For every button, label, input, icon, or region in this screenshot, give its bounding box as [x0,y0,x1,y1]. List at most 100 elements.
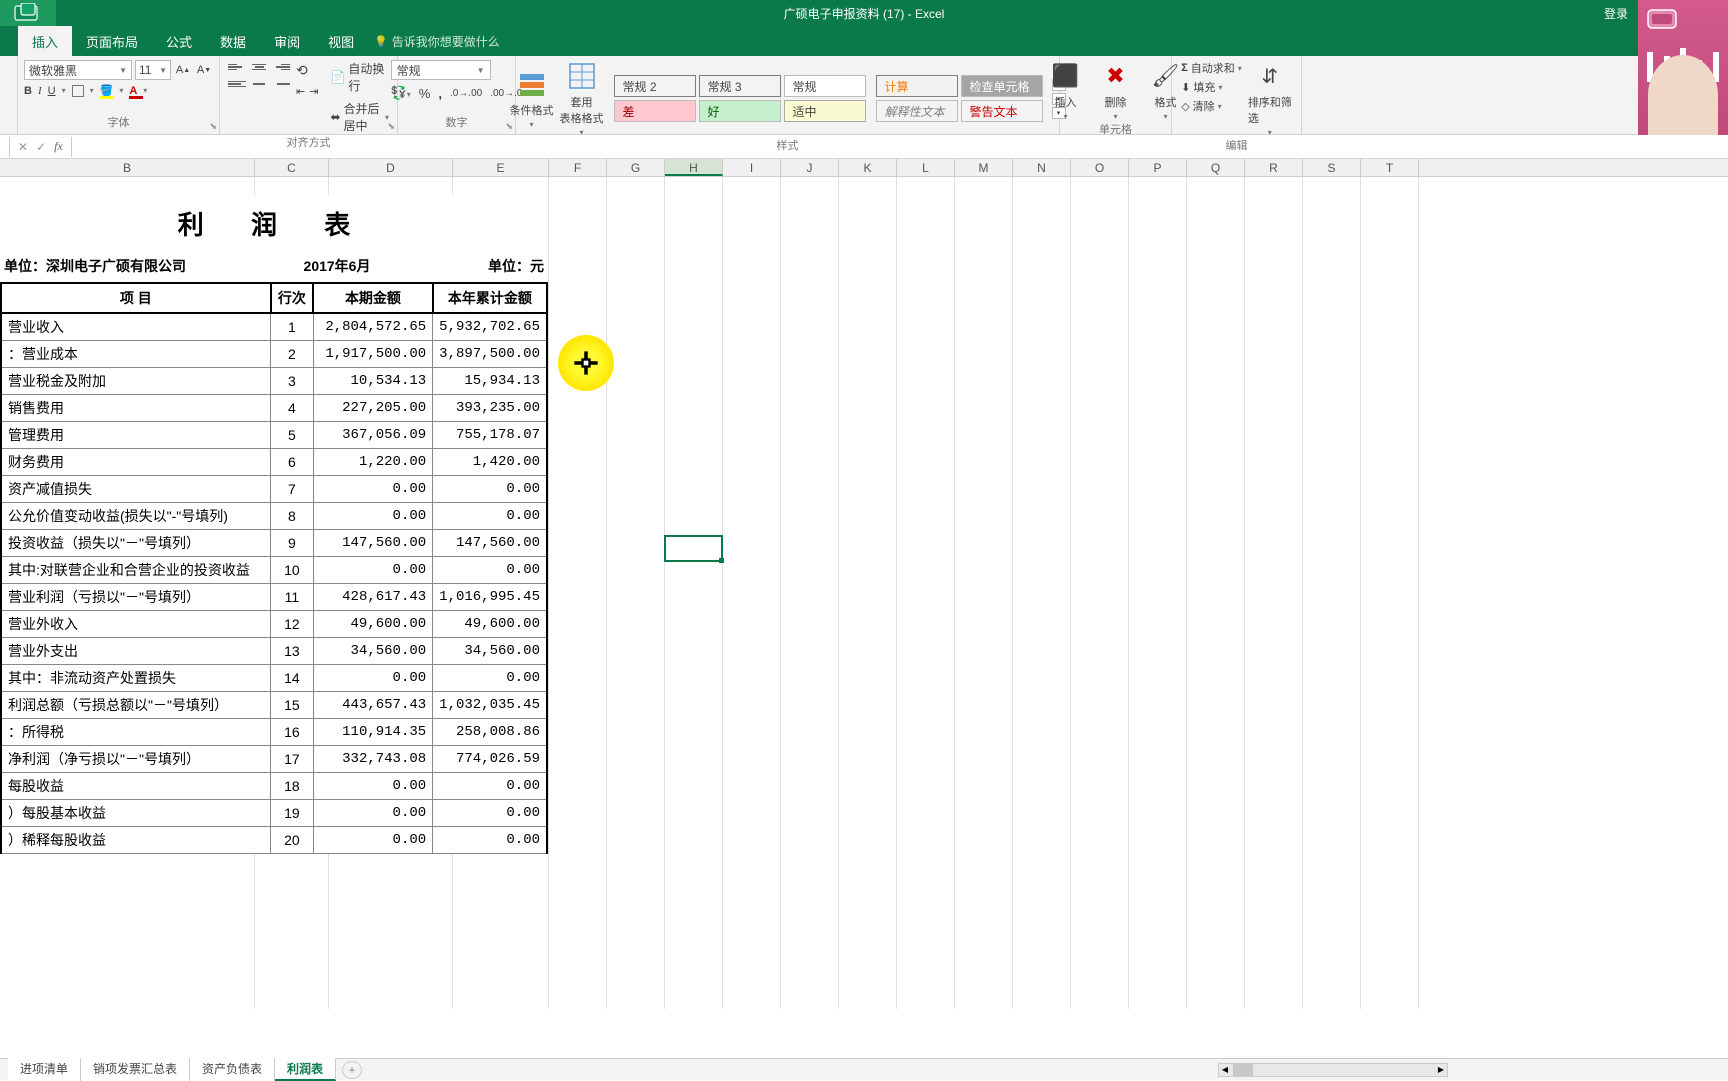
tell-me[interactable]: 告诉我你想要做什么 [374,33,500,50]
fill-color-button[interactable]: 🪣 [100,84,114,97]
increase-font-icon[interactable]: A▲ [174,61,192,79]
cancel-icon[interactable]: ✕ [18,140,28,154]
font-size-select[interactable]: 11▼ [135,60,171,80]
table-row[interactable]: 营业外收入1249,600.0049,600.00 [1,611,547,638]
name-box[interactable] [0,137,10,157]
accounting-format-button[interactable]: 💱▾ [391,85,411,101]
number-format-select[interactable]: 常规▼ [391,60,491,80]
table-row[interactable]: 营业外支出1334,560.0034,560.00 [1,638,547,665]
font-name-select[interactable]: 微软雅黑▼ [24,60,132,80]
cell-styles-gallery-2[interactable]: 计算 检查单元格 解释性文本 警告文本 [876,75,1043,122]
login-link[interactable]: 登录 [1604,5,1628,22]
percent-button[interactable]: % [419,86,431,101]
merge-center-button[interactable]: ⬌合并后居中▾ [330,100,389,134]
fx-icon[interactable]: fx [54,139,63,154]
app-logo [0,0,56,26]
col-header-C[interactable]: C [255,159,329,176]
clear-button[interactable]: ◇ 清除 ▾ [1181,98,1242,114]
enter-icon[interactable]: ✓ [36,140,46,154]
table-row[interactable]: ）每股基本收益190.000.00 [1,800,547,827]
increase-decimal-button[interactable]: .0→.00 [450,88,482,99]
italic-button[interactable]: I [38,85,42,97]
sheet-tab[interactable]: 利润表 [275,1058,336,1081]
table-row[interactable]: 投资收益（损失以"－"号填列）9147,560.00147,560.00 [1,530,547,557]
col-header-J[interactable]: J [781,159,839,176]
table-row[interactable]: 营业税金及附加310,534.1315,934.13 [1,368,547,395]
wrap-text-button[interactable]: 📄自动换行 [330,60,389,94]
col-header-N[interactable]: N [1013,159,1071,176]
orientation-button[interactable]: ⟲ [296,62,318,79]
decrease-font-icon[interactable]: A▼ [195,61,213,79]
sheet-tab[interactable]: 销项发票汇总表 [81,1058,190,1081]
alignment-dialog-launcher[interactable]: ⬊ [387,121,395,132]
tab-page-layout[interactable]: 页面布局 [72,26,152,57]
selected-cell[interactable] [664,535,723,562]
table-format-button[interactable]: 套用 表格格式▾ [560,60,604,137]
column-headers[interactable]: BCDEFGHIJKLMNOPQRST [0,159,1728,177]
col-header-F[interactable]: F [549,159,607,176]
underline-button[interactable]: U [48,85,56,97]
table-row[interactable]: 财务费用61,220.001,420.00 [1,449,547,476]
table-row[interactable]: ）稀释每股收益200.000.00 [1,827,547,854]
col-header-L[interactable]: L [897,159,955,176]
table-row[interactable]: 净利润（净亏损以"－"号填列）17332,743.08774,026.59 [1,746,547,773]
scroll-right-icon[interactable]: ▶ [1435,1064,1447,1076]
table-row[interactable]: 其中：非流动资产处置损失140.000.00 [1,665,547,692]
fill-button[interactable]: ⬇ 填充 ▾ [1181,79,1242,95]
tab-view[interactable]: 视图 [314,26,368,57]
table-row[interactable]: 公允价值变动收益(损失以"-"号填列)80.000.00 [1,503,547,530]
tab-data[interactable]: 数据 [206,26,260,57]
table-row[interactable]: 其中:对联营企业和合营企业的投资收益100.000.00 [1,557,547,584]
insert-cells-button[interactable]: ⬛插入▾ [1044,60,1088,121]
table-row[interactable]: ：所得税16110,914.35258,008.86 [1,719,547,746]
conditional-format-button[interactable]: 条件格式▾ [510,68,554,129]
col-header-M[interactable]: M [955,159,1013,176]
increase-indent-button[interactable]: ⇥ [309,85,318,98]
col-header-E[interactable]: E [453,159,549,176]
col-header-D[interactable]: D [329,159,453,176]
title-bar: 广硕电子申报资料 (17) - Excel 登录 [0,0,1728,26]
col-header-S[interactable]: S [1303,159,1361,176]
sort-filter-button[interactable]: ⇵排序和筛选▾ [1248,60,1292,137]
col-header-B[interactable]: B [0,159,255,176]
font-dialog-launcher[interactable]: ⬊ [209,121,217,132]
delete-cells-button[interactable]: ✖删除▾ [1094,60,1138,121]
table-row[interactable]: 每股收益180.000.00 [1,773,547,800]
table-row[interactable]: 利润总额（亏损总额以"－"号填列）15443,657.431,032,035.4… [1,692,547,719]
scroll-thumb[interactable] [1233,1064,1253,1076]
worksheet-area[interactable]: 利 润 表 单位：深圳电子广硕有限公司 2017年6月 单位：元 项 目 行次 … [0,177,1728,1009]
col-header-P[interactable]: P [1129,159,1187,176]
align-buttons[interactable] [228,60,290,91]
scroll-left-icon[interactable]: ◀ [1219,1064,1231,1076]
horizontal-scrollbar[interactable]: ◀ ▶ [1218,1063,1448,1077]
tab-review[interactable]: 审阅 [260,26,314,57]
table-row[interactable]: 营业利润（亏损以"－"号填列）11428,617.431,016,995.45 [1,584,547,611]
col-header-H[interactable]: H [665,159,723,176]
autosum-button[interactable]: Σ 自动求和 ▾ [1181,60,1242,76]
tab-formulas[interactable]: 公式 [152,26,206,57]
table-row[interactable]: 营业收入12,804,572.655,932,702.65 [1,313,547,341]
col-header-T[interactable]: T [1361,159,1419,176]
table-row[interactable]: 资产减值损失70.000.00 [1,476,547,503]
sheet-tab[interactable]: 资产负债表 [190,1058,275,1081]
tab-insert[interactable]: 插入 [18,26,72,57]
table-row[interactable]: 管理费用5367,056.09755,178.07 [1,422,547,449]
report-unit-left: 单位：深圳电子广硕有限公司 [4,256,186,276]
col-header-I[interactable]: I [723,159,781,176]
table-row[interactable]: ：营业成本21,917,500.003,897,500.00 [1,341,547,368]
col-header-R[interactable]: R [1245,159,1303,176]
col-header-Q[interactable]: Q [1187,159,1245,176]
cell-styles-gallery[interactable]: 常规 2 常规 3 常规 差 好 适中 [614,75,866,122]
comma-button[interactable]: , [438,86,442,101]
border-button[interactable] [72,85,84,97]
col-header-K[interactable]: K [839,159,897,176]
font-color-button[interactable]: A [129,85,137,97]
cursor-highlight [558,335,614,391]
decrease-indent-button[interactable]: ⇤ [296,85,305,98]
col-header-G[interactable]: G [607,159,665,176]
bold-button[interactable]: B [24,85,32,97]
col-header-O[interactable]: O [1071,159,1129,176]
table-row[interactable]: 销售费用4227,205.00393,235.00 [1,395,547,422]
add-sheet-button[interactable]: + [342,1061,362,1079]
sheet-tab[interactable]: 进项清单 [8,1058,81,1081]
